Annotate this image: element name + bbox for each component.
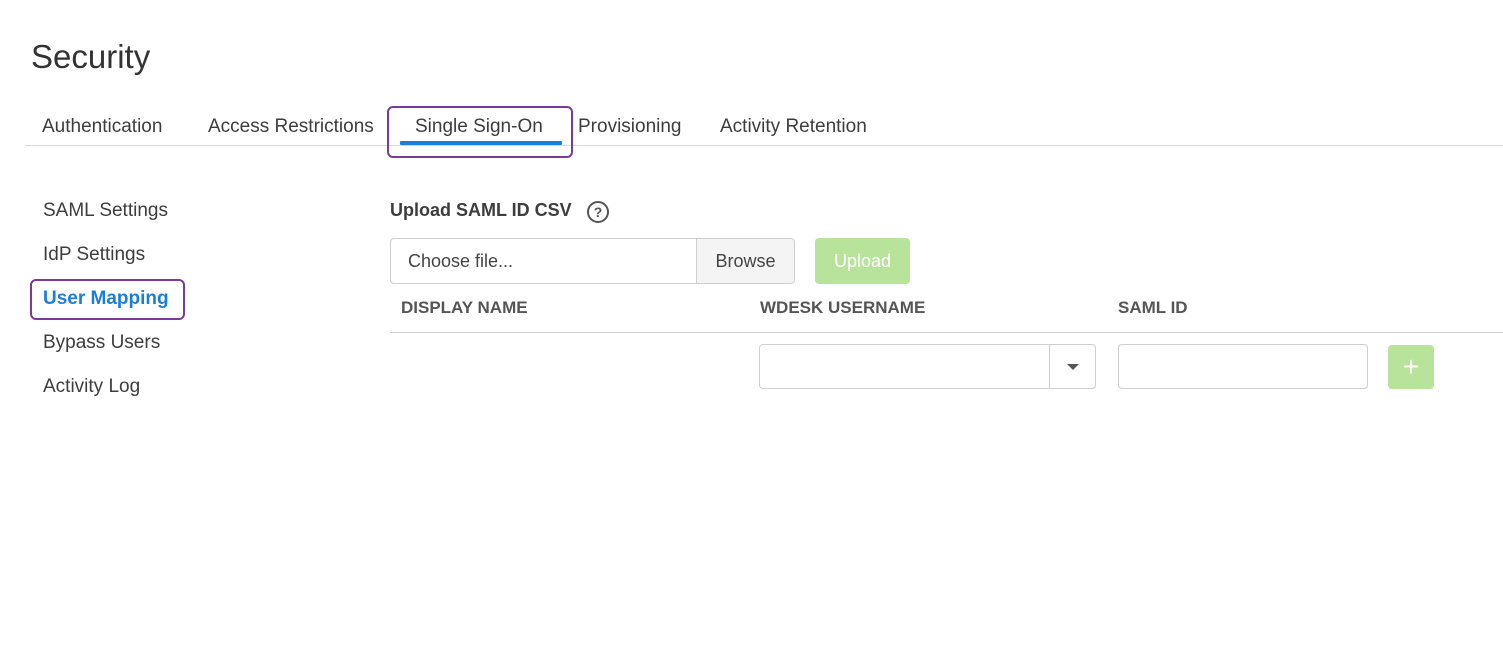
tab-provisioning[interactable]: Provisioning: [578, 116, 682, 138]
page-title: Security: [31, 38, 151, 75]
tab-authentication[interactable]: Authentication: [42, 116, 162, 138]
column-header-saml-id: SAML ID: [1118, 298, 1188, 317]
select-toggle[interactable]: [1049, 345, 1095, 388]
file-chooser[interactable]: Choose file... Browse: [390, 238, 795, 284]
browse-button[interactable]: Browse: [696, 239, 794, 283]
tab-activity-retention[interactable]: Activity Retention: [720, 116, 867, 138]
help-icon[interactable]: ?: [587, 201, 609, 223]
sidebar-item-bypass-users[interactable]: Bypass Users: [43, 332, 160, 354]
caret-down-icon: [1066, 363, 1079, 370]
add-mapping-button[interactable]: +: [1388, 345, 1434, 389]
sidebar-item-idp-settings[interactable]: IdP Settings: [43, 244, 145, 266]
sidebar-item-saml-settings[interactable]: SAML Settings: [43, 200, 168, 222]
upload-section-label: Upload SAML ID CSV: [390, 200, 572, 220]
column-header-display-name: DISPLAY NAME: [401, 298, 528, 317]
sidebar-item-user-mapping[interactable]: User Mapping: [43, 288, 169, 310]
file-chooser-placeholder: Choose file...: [408, 251, 514, 271]
tab-bar: Authentication Access Restrictions Singl…: [25, 104, 1503, 158]
upload-button[interactable]: Upload: [815, 238, 910, 284]
wdesk-username-select[interactable]: [759, 344, 1096, 389]
active-tab-indicator: [400, 141, 562, 145]
tab-access-restrictions[interactable]: Access Restrictions: [208, 116, 374, 138]
column-header-wdesk-username: WDESK USERNAME: [760, 298, 926, 317]
sidebar-item-activity-log[interactable]: Activity Log: [43, 376, 140, 398]
table-header: DISPLAY NAME WDESK USERNAME SAML ID: [390, 290, 1503, 333]
plus-icon: +: [1402, 351, 1420, 382]
saml-id-input[interactable]: [1118, 344, 1368, 389]
tab-single-sign-on[interactable]: Single Sign-On: [415, 116, 543, 138]
